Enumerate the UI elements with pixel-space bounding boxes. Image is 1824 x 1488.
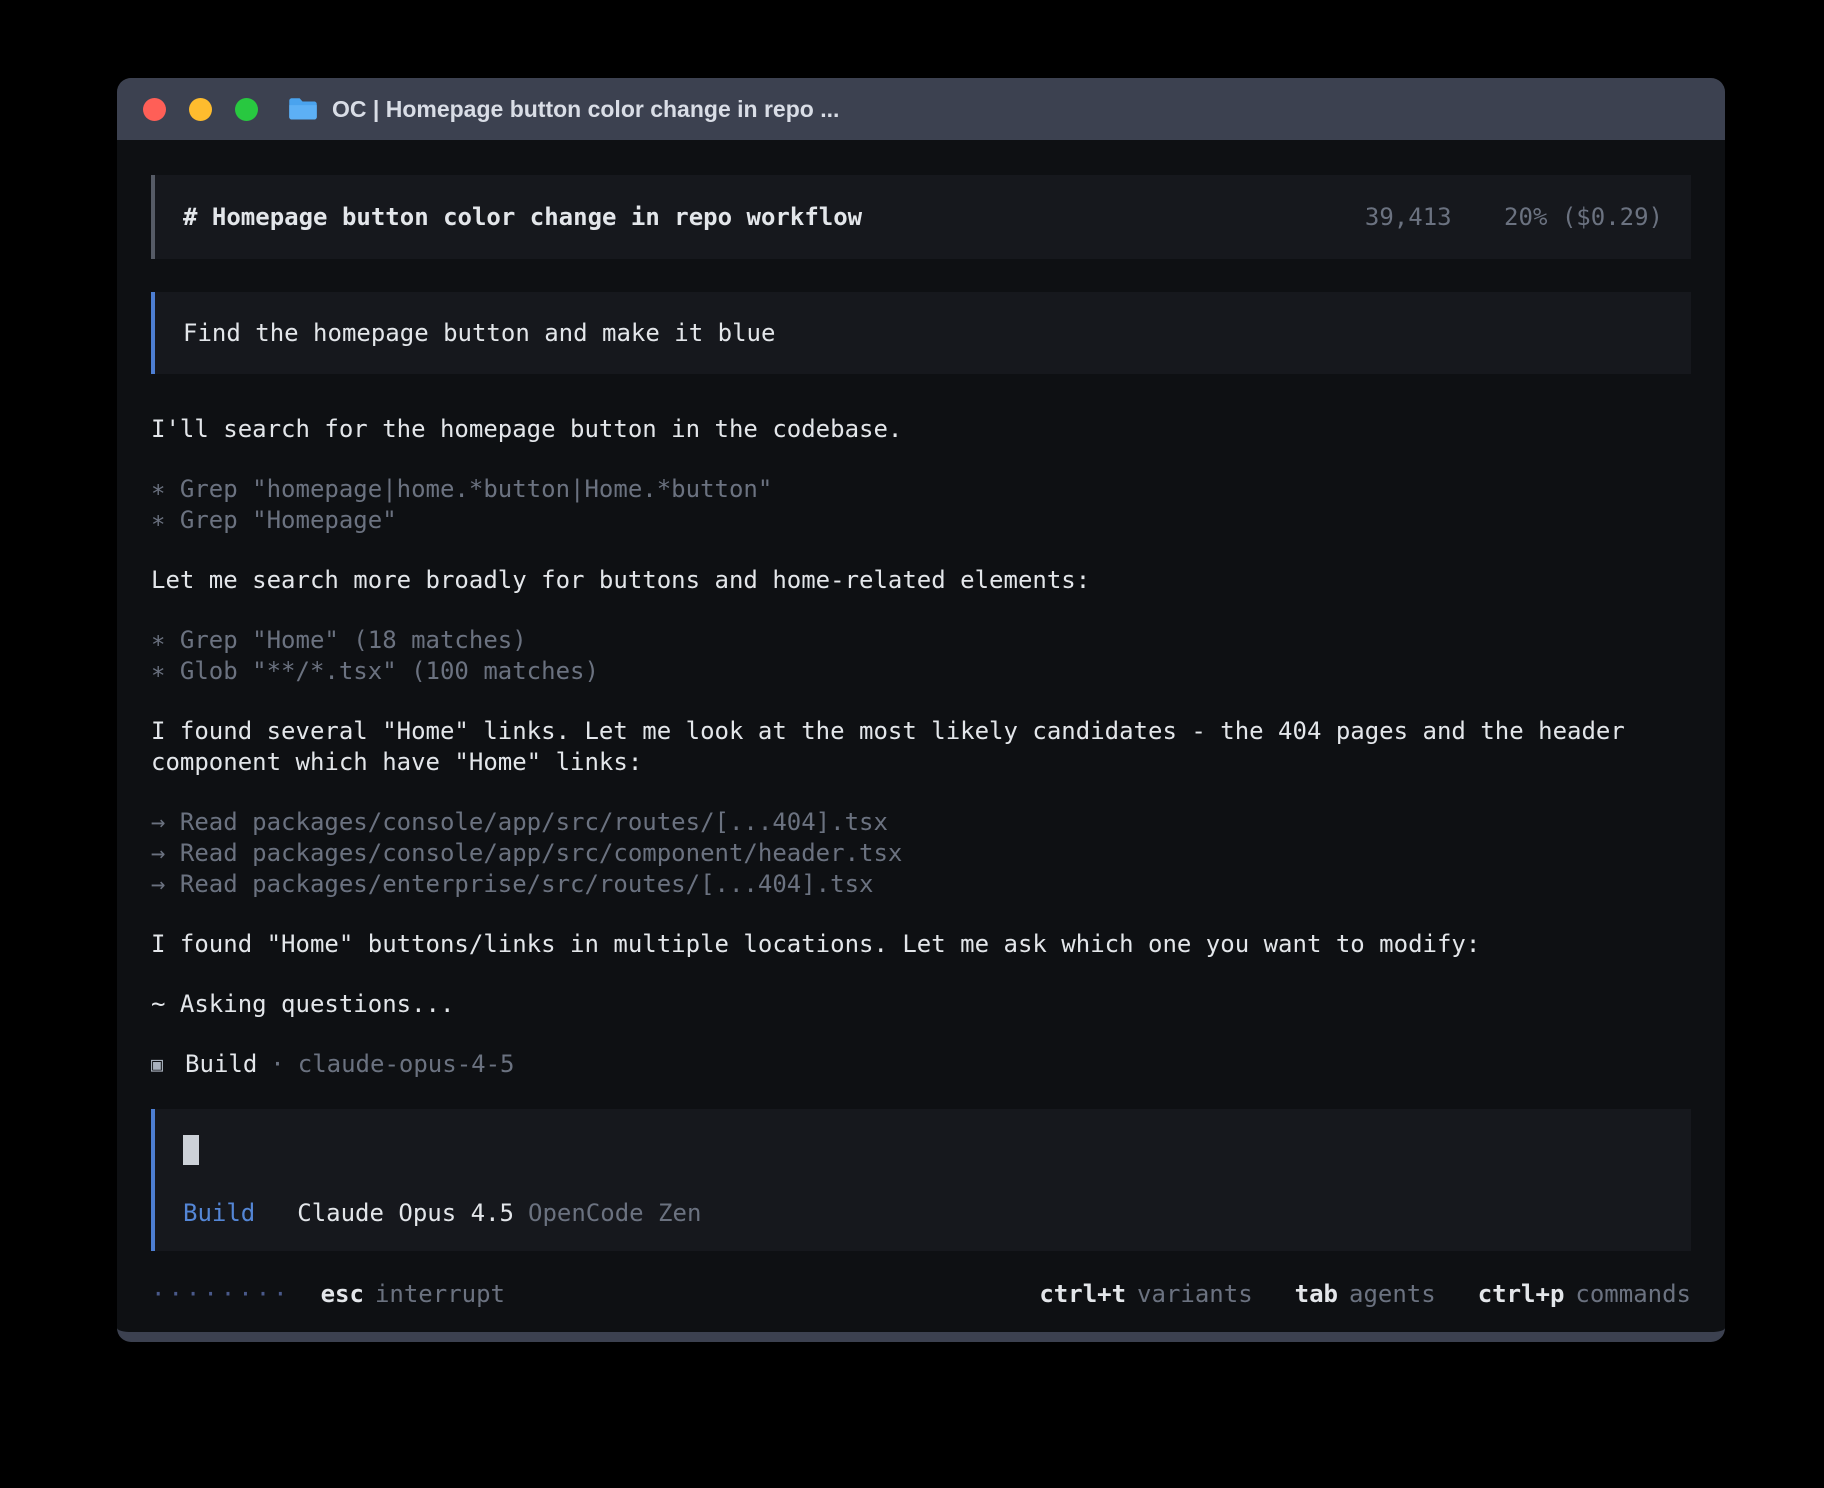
shortcut-agents: tab agents bbox=[1295, 1279, 1436, 1310]
agent-status-line: ▣ Build · claude-opus-4-5 bbox=[151, 1049, 1691, 1080]
folder-icon bbox=[288, 97, 318, 122]
tool-call-read: → Read packages/console/app/src/componen… bbox=[151, 838, 1691, 869]
prompt-input[interactable]: Build Claude Opus 4.5 OpenCode Zen bbox=[151, 1109, 1691, 1251]
tool-call-grep: ∗ Grep "homepage|home.*button|Home.*butt… bbox=[151, 474, 1691, 505]
ctrl-p-key[interactable]: ctrl+p bbox=[1478, 1279, 1565, 1310]
zoom-button[interactable] bbox=[235, 98, 258, 121]
tool-call-read: → Read packages/enterprise/src/routes/[.… bbox=[151, 869, 1691, 900]
spinner-dots: ········ bbox=[151, 1279, 291, 1310]
minimize-button[interactable] bbox=[189, 98, 212, 121]
session-header: # Homepage button color change in repo w… bbox=[151, 175, 1691, 259]
assistant-text: I'll search for the homepage button in t… bbox=[151, 414, 1691, 445]
shortcut-variants: ctrl+t variants bbox=[1039, 1279, 1252, 1310]
status-bar-right: ctrl+t variants tab agents ctrl+p comman… bbox=[1039, 1279, 1691, 1310]
session-title: # Homepage button color change in repo w… bbox=[183, 203, 862, 231]
tab-key[interactable]: tab bbox=[1295, 1279, 1338, 1310]
status-bar-left: ········ esc interrupt bbox=[151, 1279, 505, 1310]
close-button[interactable] bbox=[143, 98, 166, 121]
window-title: OC | Homepage button color change in rep… bbox=[332, 96, 839, 123]
agent-name: Build bbox=[185, 1049, 257, 1080]
tool-call-grep: ∗ Grep "Homepage" bbox=[151, 505, 1691, 536]
tool-call-group: ∗ Grep "homepage|home.*button|Home.*butt… bbox=[151, 474, 1691, 536]
session-meta: 39,413 20% ($0.29) bbox=[1365, 203, 1663, 231]
assistant-text: I found several "Home" links. Let me loo… bbox=[151, 716, 1691, 778]
tool-call-group: → Read packages/console/app/src/routes/[… bbox=[151, 807, 1691, 900]
tool-call-glob: ∗ Glob "**/*.tsx" (100 matches) bbox=[151, 656, 1691, 687]
terminal-window: OC | Homepage button color change in rep… bbox=[117, 78, 1725, 1342]
text-cursor bbox=[183, 1135, 199, 1165]
assistant-text: Let me search more broadly for buttons a… bbox=[151, 565, 1691, 596]
user-message-text: Find the homepage button and make it blu… bbox=[183, 319, 775, 347]
terminal-content: # Homepage button color change in repo w… bbox=[117, 140, 1725, 1332]
shortcut-commands: ctrl+p commands bbox=[1478, 1279, 1691, 1310]
assistant-status-text: ~ Asking questions... bbox=[151, 989, 1691, 1020]
window-titlebar[interactable]: OC | Homepage button color change in rep… bbox=[117, 78, 1725, 140]
esc-key[interactable]: esc bbox=[321, 1279, 364, 1310]
tool-call-grep: ∗ Grep "Home" (18 matches) bbox=[151, 625, 1691, 656]
agent-separator: · bbox=[270, 1049, 284, 1080]
mode-label[interactable]: Build bbox=[183, 1199, 255, 1227]
ctrl-t-key[interactable]: ctrl+t bbox=[1039, 1279, 1126, 1310]
traffic-lights bbox=[143, 98, 258, 121]
user-message: Find the homepage button and make it blu… bbox=[151, 292, 1691, 374]
tool-call-read: → Read packages/console/app/src/routes/[… bbox=[151, 807, 1691, 838]
provider-label: OpenCode Zen bbox=[528, 1199, 701, 1227]
input-footer: Build Claude Opus 4.5 OpenCode Zen bbox=[183, 1199, 1663, 1227]
commands-label: commands bbox=[1575, 1279, 1691, 1310]
agent-icon: ▣ bbox=[151, 1049, 163, 1080]
status-bar: ········ esc interrupt ctrl+t variants t… bbox=[151, 1279, 1691, 1310]
assistant-text: I found "Home" buttons/links in multiple… bbox=[151, 929, 1691, 960]
token-count: 39,413 bbox=[1365, 203, 1452, 231]
agent-model: claude-opus-4-5 bbox=[298, 1049, 515, 1080]
agents-label: agents bbox=[1349, 1279, 1436, 1310]
model-label[interactable]: Claude Opus 4.5 bbox=[297, 1199, 514, 1227]
esc-label: interrupt bbox=[375, 1279, 505, 1310]
variants-label: variants bbox=[1137, 1279, 1253, 1310]
context-cost: 20% ($0.29) bbox=[1504, 203, 1663, 231]
conversation: I'll search for the homepage button in t… bbox=[151, 414, 1691, 1080]
tool-call-group: ∗ Grep "Home" (18 matches) ∗ Glob "**/*.… bbox=[151, 625, 1691, 687]
